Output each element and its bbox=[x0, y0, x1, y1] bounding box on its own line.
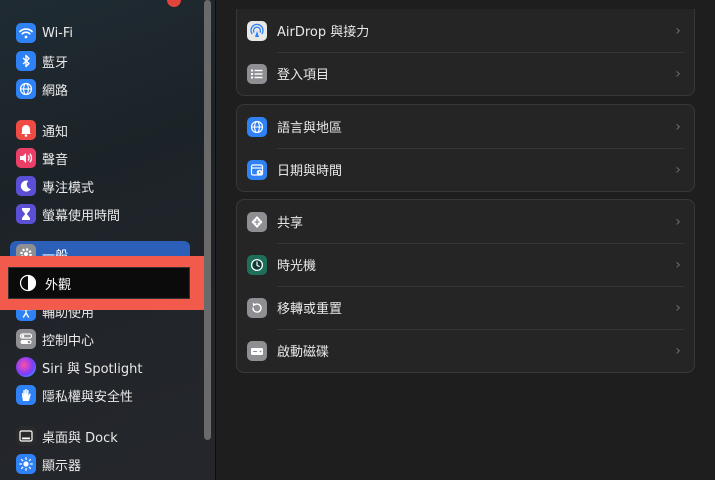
row-label: 啟動磁碟 bbox=[277, 345, 330, 360]
sidebar-item-bluetooth[interactable]: 藍牙 bbox=[10, 48, 190, 74]
row-startup-disk[interactable]: 啟動磁碟 › bbox=[237, 329, 694, 372]
sun-icon bbox=[16, 454, 36, 474]
bluetooth-icon bbox=[16, 51, 36, 71]
settings-group-1: AirDrop 與接力 › 登入項目 › bbox=[236, 9, 695, 96]
row-airdrop-handoff[interactable]: AirDrop 與接力 › bbox=[237, 9, 694, 52]
sidebar-item-label: 螢幕使用時間 bbox=[42, 208, 121, 224]
sidebar: Wi-Fi 藍牙 網路 通知 聲音 專注模式 螢幕使用時間 輔助使用 控制中心 … bbox=[0, 0, 216, 480]
sidebar-item-screen-time[interactable]: 螢幕使用時間 bbox=[10, 201, 190, 227]
sidebar-item-label: 控制中心 bbox=[42, 333, 95, 349]
reset-arrow-icon bbox=[247, 297, 267, 318]
row-label: 語言與地區 bbox=[277, 121, 343, 136]
chevron-right-icon: › bbox=[675, 22, 681, 39]
speaker-icon bbox=[16, 148, 36, 168]
row-date-time[interactable]: 日期與時間 › bbox=[237, 148, 694, 191]
sidebar-item-label: Wi-Fi bbox=[42, 25, 74, 41]
sidebar-item-label: 外觀 bbox=[45, 277, 72, 293]
sidebar-item-siri-spotlight[interactable]: Siri 與 Spotlight bbox=[10, 354, 190, 380]
row-label: 移轉或重置 bbox=[277, 302, 343, 317]
chevron-right-icon: › bbox=[675, 256, 681, 273]
siri-icon bbox=[16, 357, 36, 377]
toggles-icon bbox=[16, 329, 36, 349]
chevron-right-icon: › bbox=[675, 161, 681, 178]
sidebar-item-label: 隱私權與安全性 bbox=[42, 389, 134, 405]
time-machine-icon bbox=[247, 254, 267, 275]
airdrop-icon bbox=[247, 20, 267, 41]
sidebar-item-privacy-security[interactable]: 隱私權與安全性 bbox=[10, 382, 190, 408]
row-transfer-reset[interactable]: 移轉或重置 › bbox=[237, 286, 694, 329]
dock-icon bbox=[16, 426, 36, 446]
sidebar-item-displays[interactable]: 顯示器 bbox=[10, 451, 190, 477]
sidebar-item-focus[interactable]: 專注模式 bbox=[10, 173, 190, 199]
list-icon bbox=[247, 63, 267, 84]
sidebar-item-label: 聲音 bbox=[42, 152, 69, 168]
main-content: AirDrop 與接力 › 登入項目 › 語言與地區 › 日期與時間 › 共享 … bbox=[216, 0, 715, 480]
sidebar-item-label: Siri 與 Spotlight bbox=[42, 361, 143, 377]
chevron-right-icon: › bbox=[675, 213, 681, 230]
sidebar-item-control-center[interactable]: 控制中心 bbox=[10, 326, 190, 352]
sidebar-item-sound[interactable]: 聲音 bbox=[10, 145, 190, 171]
hourglass-icon bbox=[16, 204, 36, 224]
sharing-icon bbox=[247, 211, 267, 232]
row-label: 登入項目 bbox=[277, 68, 330, 83]
row-label: AirDrop 與接力 bbox=[277, 25, 370, 40]
wifi-icon bbox=[16, 23, 36, 43]
sidebar-item-label: 顯示器 bbox=[42, 458, 82, 474]
chevron-right-icon: › bbox=[675, 342, 681, 359]
row-sharing[interactable]: 共享 › bbox=[237, 200, 694, 243]
sidebar-scrollbar-thumb[interactable] bbox=[204, 0, 211, 440]
row-label: 共享 bbox=[277, 216, 304, 231]
row-language-region[interactable]: 語言與地區 › bbox=[237, 105, 694, 148]
system-settings-window: Wi-Fi 藍牙 網路 通知 聲音 專注模式 螢幕使用時間 輔助使用 控制中心 … bbox=[0, 0, 715, 480]
globe-icon bbox=[16, 79, 36, 99]
chevron-right-icon: › bbox=[675, 118, 681, 135]
settings-group-3: 共享 › 時光機 › 移轉或重置 › 啟動磁碟 › bbox=[236, 199, 695, 373]
chevron-right-icon: › bbox=[675, 65, 681, 82]
sidebar-item-label: 藍牙 bbox=[42, 55, 69, 71]
moon-icon bbox=[16, 176, 36, 196]
notification-dot bbox=[167, 0, 181, 7]
sidebar-item-network[interactable]: 網路 bbox=[10, 76, 190, 102]
row-login-items[interactable]: 登入項目 › bbox=[237, 52, 694, 95]
sidebar-item-label: 專注模式 bbox=[42, 180, 95, 196]
chevron-right-icon: › bbox=[675, 299, 681, 316]
settings-group-2: 語言與地區 › 日期與時間 › bbox=[236, 104, 695, 192]
row-time-machine[interactable]: 時光機 › bbox=[237, 243, 694, 286]
sidebar-item-label: 桌面與 Dock bbox=[42, 430, 118, 446]
row-label: 日期與時間 bbox=[277, 164, 343, 179]
row-label: 時光機 bbox=[277, 259, 317, 274]
sidebar-item-label: 通知 bbox=[42, 124, 69, 140]
sidebar-item-desktop-dock[interactable]: 桌面與 Dock bbox=[10, 423, 190, 449]
globe-icon bbox=[247, 116, 267, 137]
sidebar-item-appearance[interactable]: 外觀 bbox=[8, 267, 190, 299]
bell-icon bbox=[16, 120, 36, 140]
sidebar-item-notifications[interactable]: 通知 bbox=[10, 117, 190, 143]
sidebar-item-label: 網路 bbox=[42, 83, 69, 99]
sidebar-item-wifi[interactable]: Wi-Fi bbox=[10, 20, 190, 46]
hand-icon bbox=[16, 385, 36, 405]
disk-icon bbox=[247, 340, 267, 361]
calendar-clock-icon bbox=[247, 159, 267, 180]
highlight-annotation: 外觀 bbox=[0, 256, 204, 310]
appearance-icon bbox=[19, 274, 37, 292]
